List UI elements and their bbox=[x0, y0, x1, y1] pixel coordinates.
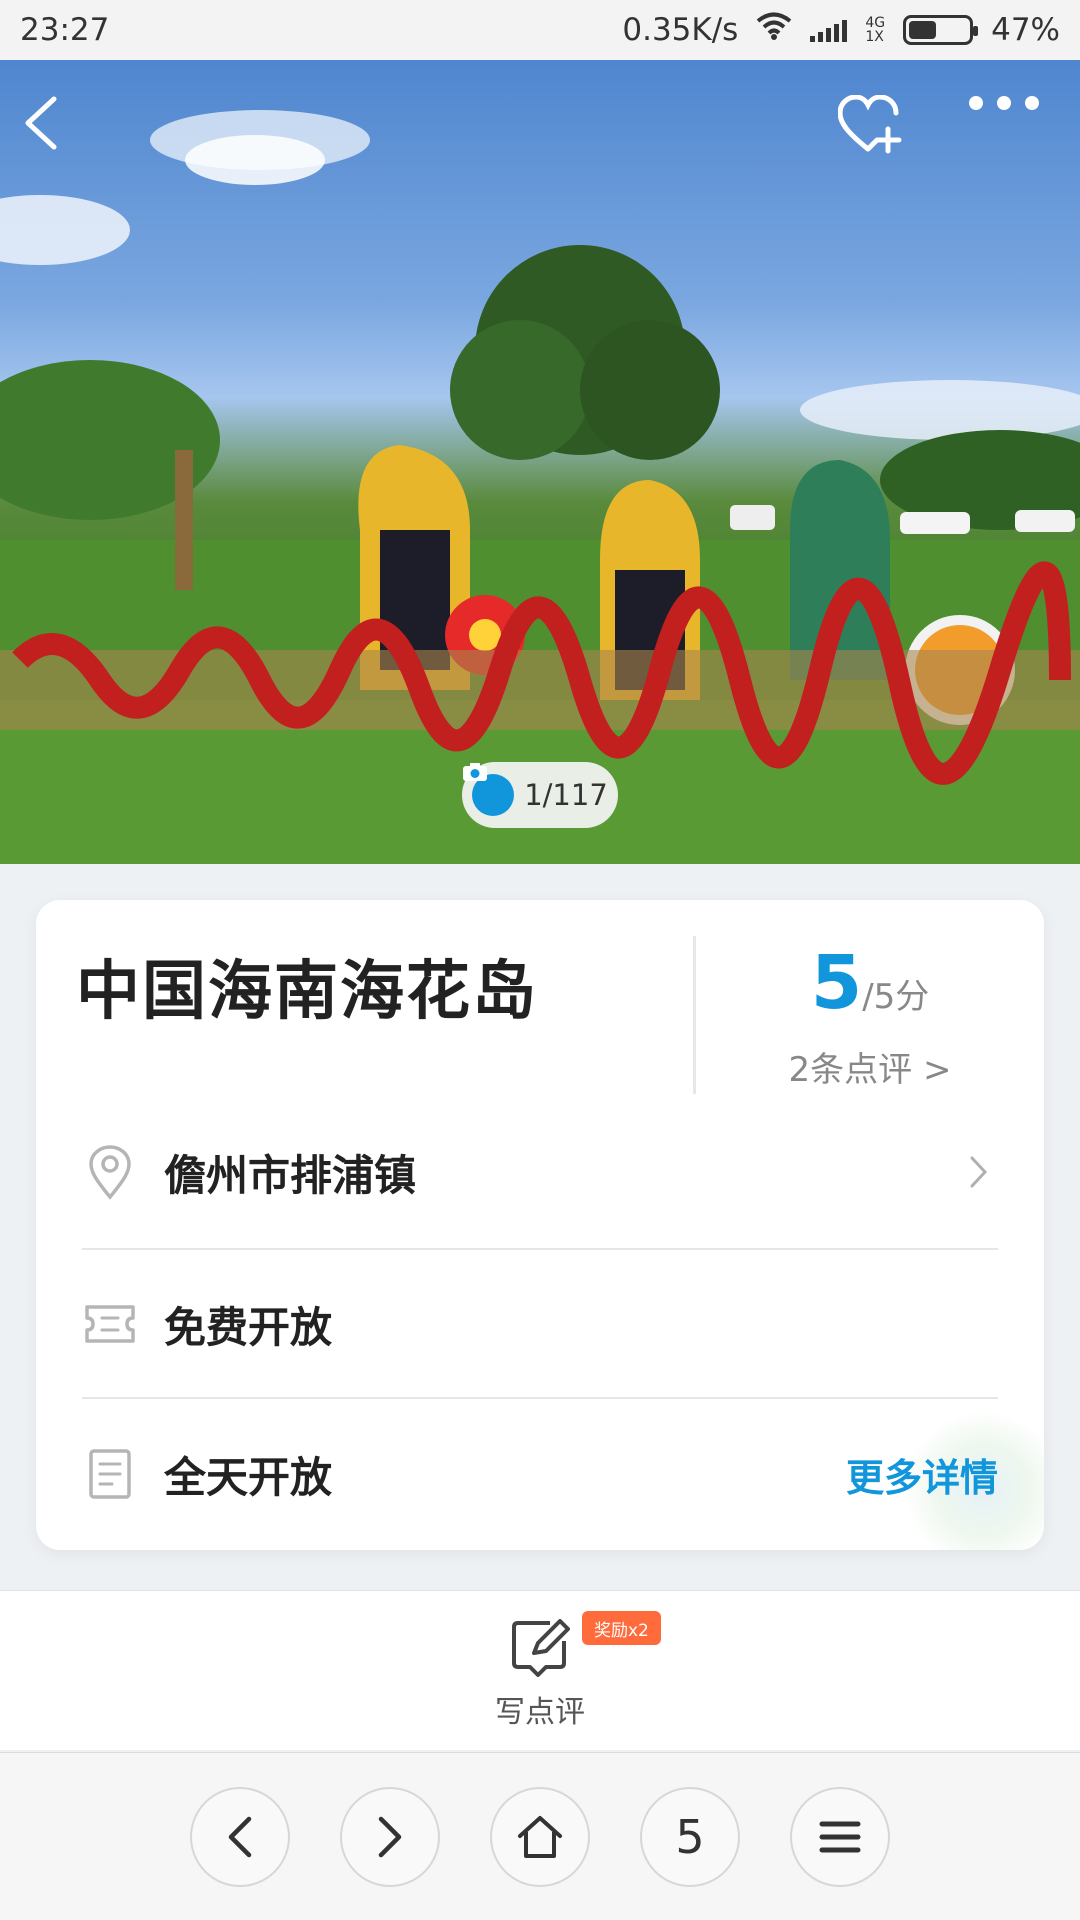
menu-icon bbox=[819, 1821, 861, 1853]
hours-row: 全天开放 更多详情 bbox=[82, 1400, 998, 1548]
tab-count: 5 bbox=[675, 1810, 705, 1864]
signal-icon bbox=[810, 18, 848, 42]
hero-photo[interactable]: 1/117 bbox=[0, 60, 1080, 864]
ticket-row: 免费开放 bbox=[82, 1250, 998, 1398]
hours-text: 全天开放 bbox=[164, 1452, 333, 1502]
browser-navigation-bar: 5 bbox=[0, 1752, 1080, 1920]
chevron-right-icon bbox=[958, 1152, 998, 1192]
heart-add-icon bbox=[838, 95, 902, 154]
more-dots-icon bbox=[969, 96, 1039, 110]
location-pin-icon bbox=[82, 1144, 138, 1200]
back-button[interactable] bbox=[20, 95, 110, 185]
rating-unit: /5分 bbox=[862, 977, 930, 1017]
chevron-right-icon bbox=[378, 1816, 402, 1858]
location-row[interactable]: 儋州市排浦镇 bbox=[82, 1098, 998, 1246]
battery-icon bbox=[903, 15, 979, 45]
home-icon bbox=[518, 1816, 562, 1858]
wifi-icon bbox=[756, 12, 792, 48]
photo-counter-text: 1/117 bbox=[524, 778, 608, 812]
browser-home-button[interactable] bbox=[490, 1787, 590, 1887]
browser-tabs-button[interactable]: 5 bbox=[640, 1787, 740, 1887]
battery-percent: 47% bbox=[991, 12, 1060, 48]
divider bbox=[82, 1397, 998, 1399]
reward-badge: 奖励x2 bbox=[582, 1611, 661, 1645]
status-bar: 23:27 0.35K/s 4G 1X 47% bbox=[0, 0, 1080, 60]
more-details-link[interactable]: 更多详情 bbox=[846, 1447, 998, 1502]
ticket-text: 免费开放 bbox=[164, 1302, 333, 1352]
network-type-bottom: 1X bbox=[865, 29, 884, 45]
status-indicators: 0.35K/s 4G 1X 47% bbox=[622, 12, 1060, 48]
rating-summary: 5/5分 bbox=[696, 940, 1044, 1026]
edit-icon bbox=[512, 1619, 570, 1677]
location-text: 儋州市排浦镇 bbox=[164, 1150, 417, 1200]
browser-back-button[interactable] bbox=[190, 1787, 290, 1887]
more-button[interactable] bbox=[968, 95, 1058, 185]
rating-score: 5 bbox=[810, 940, 863, 1026]
battery-level bbox=[909, 21, 937, 39]
write-review-label: 写点评 bbox=[495, 1695, 585, 1730]
network-speed: 0.35K/s bbox=[622, 12, 739, 48]
attraction-info-card: 中国海南海花岛 5/5分 2条点评 > 儋州市排浦镇 免费开放 全天开放 更多详… bbox=[36, 900, 1044, 1550]
status-time: 23:27 bbox=[20, 12, 110, 48]
review-count-link[interactable]: 2条点评 > bbox=[696, 1042, 1044, 1091]
network-type-top: 4G bbox=[865, 15, 886, 31]
photo-counter[interactable]: 1/117 bbox=[462, 762, 618, 828]
chevron-left-icon bbox=[228, 1816, 252, 1858]
chevron-left-icon bbox=[25, 96, 57, 150]
browser-forward-button[interactable] bbox=[340, 1787, 440, 1887]
network-type: 4G 1X bbox=[865, 16, 885, 44]
ticket-icon bbox=[82, 1296, 138, 1352]
review-bar: 写点评 奖励x2 bbox=[0, 1590, 1080, 1750]
document-icon bbox=[82, 1446, 138, 1502]
favorite-button[interactable] bbox=[838, 95, 928, 185]
browser-menu-button[interactable] bbox=[790, 1787, 890, 1887]
attraction-title: 中国海南海花岛 bbox=[76, 955, 538, 1029]
camera-icon bbox=[463, 763, 515, 816]
